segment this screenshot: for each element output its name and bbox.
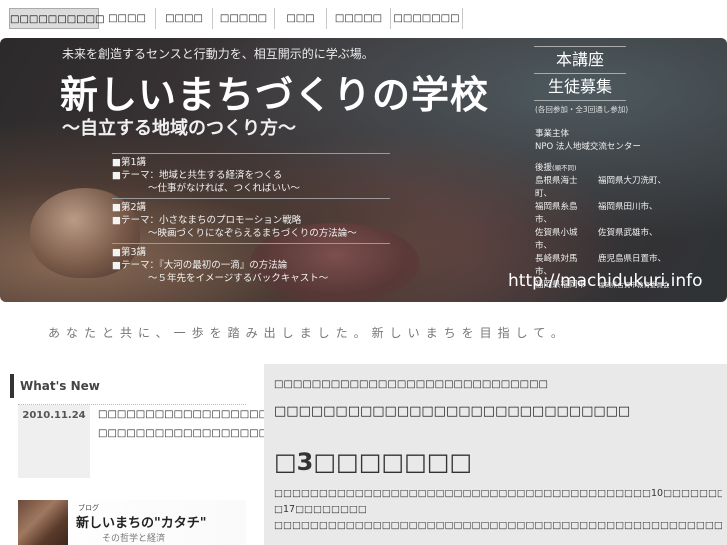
lecture-theme: ■テーマ：小さなまちのプロモーション戦略 [112, 215, 302, 226]
blog-title: 新しいまちの"カタチ" [76, 516, 207, 531]
lecture-subtitle: 〜映画づくりになぞらえるまちづくりの方法論〜 [148, 228, 357, 239]
lecture-number: ■第3講 [112, 247, 147, 258]
lecture-number: ■第1講 [112, 157, 147, 168]
supporter: 福岡県糸島市、 [535, 202, 578, 225]
site-url[interactable]: http://machidukuri.info [508, 271, 703, 291]
organizer-name: NPO 法人地域交流センター [535, 142, 641, 152]
organizer-info: 事業主体 NPO 法人地域交流センター 後援(順不同) 島根県海士町、 福岡県大… [535, 128, 678, 292]
organizer-label: 事業主体 [535, 129, 570, 139]
nav-item-7[interactable]: □□□□□□□ [391, 8, 463, 29]
panel-line-1: □□□□□□□□□□□□□□□□□□□□□□□□□□□□□ [274, 379, 548, 390]
supporter: 佐賀県武雄市、 [598, 228, 658, 238]
lecture-theme: ■テーマ：地域と共生する経済をつくる [112, 170, 283, 181]
nav-item-5[interactable]: □□□ [275, 8, 327, 29]
blog-banner[interactable]: ブログ 新しいまちの"カタチ" その哲学と経済 [18, 500, 246, 545]
panel-body-line-2: □17□□□□□□□□ [274, 504, 367, 515]
whats-new-list: 2010.11.24 □□□□□□□□□□□□□□□□□□□□□□□□□□□□□… [18, 404, 410, 478]
news-entry: 2010.11.24 □□□□□□□□□□□□□□□□□□□□□□□□□□□□□… [18, 404, 410, 478]
top-nav: □□□□□□□□□□ □□□□ □□□□ □□□□□ □□□ □□□□□ □□□… [0, 0, 727, 37]
supporter: 福岡県田川市、 [598, 202, 658, 212]
panel-body-line-1: □□□□□□□□□□□□□□□□□□□□□□□□□□□□□□□□□□□□□□□□… [274, 488, 722, 499]
recruit-box: 本講座 生徒募集 [534, 46, 626, 101]
news-date: 2010.11.24 [18, 405, 90, 478]
recruit-line-1: 本講座 [555, 50, 604, 69]
content-panel: □□□□□□□□□□□□□□□□□□□□□□□□□□□□□ □□□□□□□□□□… [264, 364, 727, 545]
nav-item-2[interactable]: □□□□ [99, 8, 156, 29]
strapline: あなたと共に、一歩を踏み出しました。新しいまちを目指して。 [48, 326, 569, 340]
blog-photo [18, 500, 68, 545]
hero-banner[interactable]: 未来を創造するセンスと行動力を、相互開示的に学ぶ場。 新しいまちづくりの学校 〜… [0, 38, 727, 302]
supporter: 佐賀県小城市、 [535, 228, 578, 251]
support-label: 後援 [535, 163, 553, 173]
blog-subtitle: その哲学と経済 [102, 534, 166, 544]
lecture-list: ■第1講 ■テーマ：地域と共生する経済をつくる 〜仕事がなければ、つくればいい〜… [112, 153, 390, 288]
recruit-line-2: 生徒募集 [534, 73, 626, 100]
lecture-theme: ■テーマ：『大河の最初の一滴』の方法論 [112, 260, 288, 271]
nav-item-6[interactable]: □□□□□ [327, 8, 391, 29]
nav-item-3[interactable]: □□□□ [156, 8, 213, 29]
hero-title: 新しいまちづくりの学校 [60, 73, 490, 117]
panel-body-line-3: □□□□□□□□□□□□□□□□□□□□□□□□□□□□□□□□□□□□□□□□… [274, 520, 722, 531]
nav-item-4[interactable]: □□□□□ [213, 8, 275, 29]
lecture-2: ■第2講 ■テーマ：小さなまちのプロモーション戦略 〜映画づくりになぞらえるまち… [112, 198, 390, 243]
lecture-subtitle: 〜仕事がなければ、つくればいい〜 [148, 183, 301, 194]
supporter: 福岡県大刀洗町、 [598, 176, 667, 186]
nav-item-1[interactable]: □□□□□□□□□□ [9, 8, 104, 29]
whats-new-heading: What's New [10, 374, 246, 398]
participation-note: (各回参加・全3回通し参加) [535, 105, 629, 114]
lecture-3: ■第3講 ■テーマ：『大河の最初の一滴』の方法論 〜５年先をイメージするバックキ… [112, 243, 390, 288]
hero-tagline: 未来を創造するセンスと行動力を、相互開示的に学ぶ場。 [62, 47, 374, 61]
panel-body: □□□□□□□□□□□□□□□□□□□□□□□□□□□□□□□□□□□□□□□□… [274, 486, 722, 534]
lecture-number: ■第2講 [112, 202, 147, 213]
hero-subtitle: 〜自立する地域のつくり方〜 [62, 118, 296, 139]
panel-heading: □3□□□□□□□ [274, 448, 473, 476]
lecture-1: ■第1講 ■テーマ：地域と共生する経済をつくる 〜仕事がなければ、つくればいい〜 [112, 153, 390, 198]
supporter: 島根県海士町、 [535, 176, 578, 199]
lecture-subtitle: 〜５年先をイメージするバックキャスト〜 [148, 273, 329, 284]
panel-line-2: □□□□□□□□□□□□□□□□□□□□□□□□□□□□□ [274, 404, 631, 419]
support-note: (順不同) [552, 164, 577, 172]
